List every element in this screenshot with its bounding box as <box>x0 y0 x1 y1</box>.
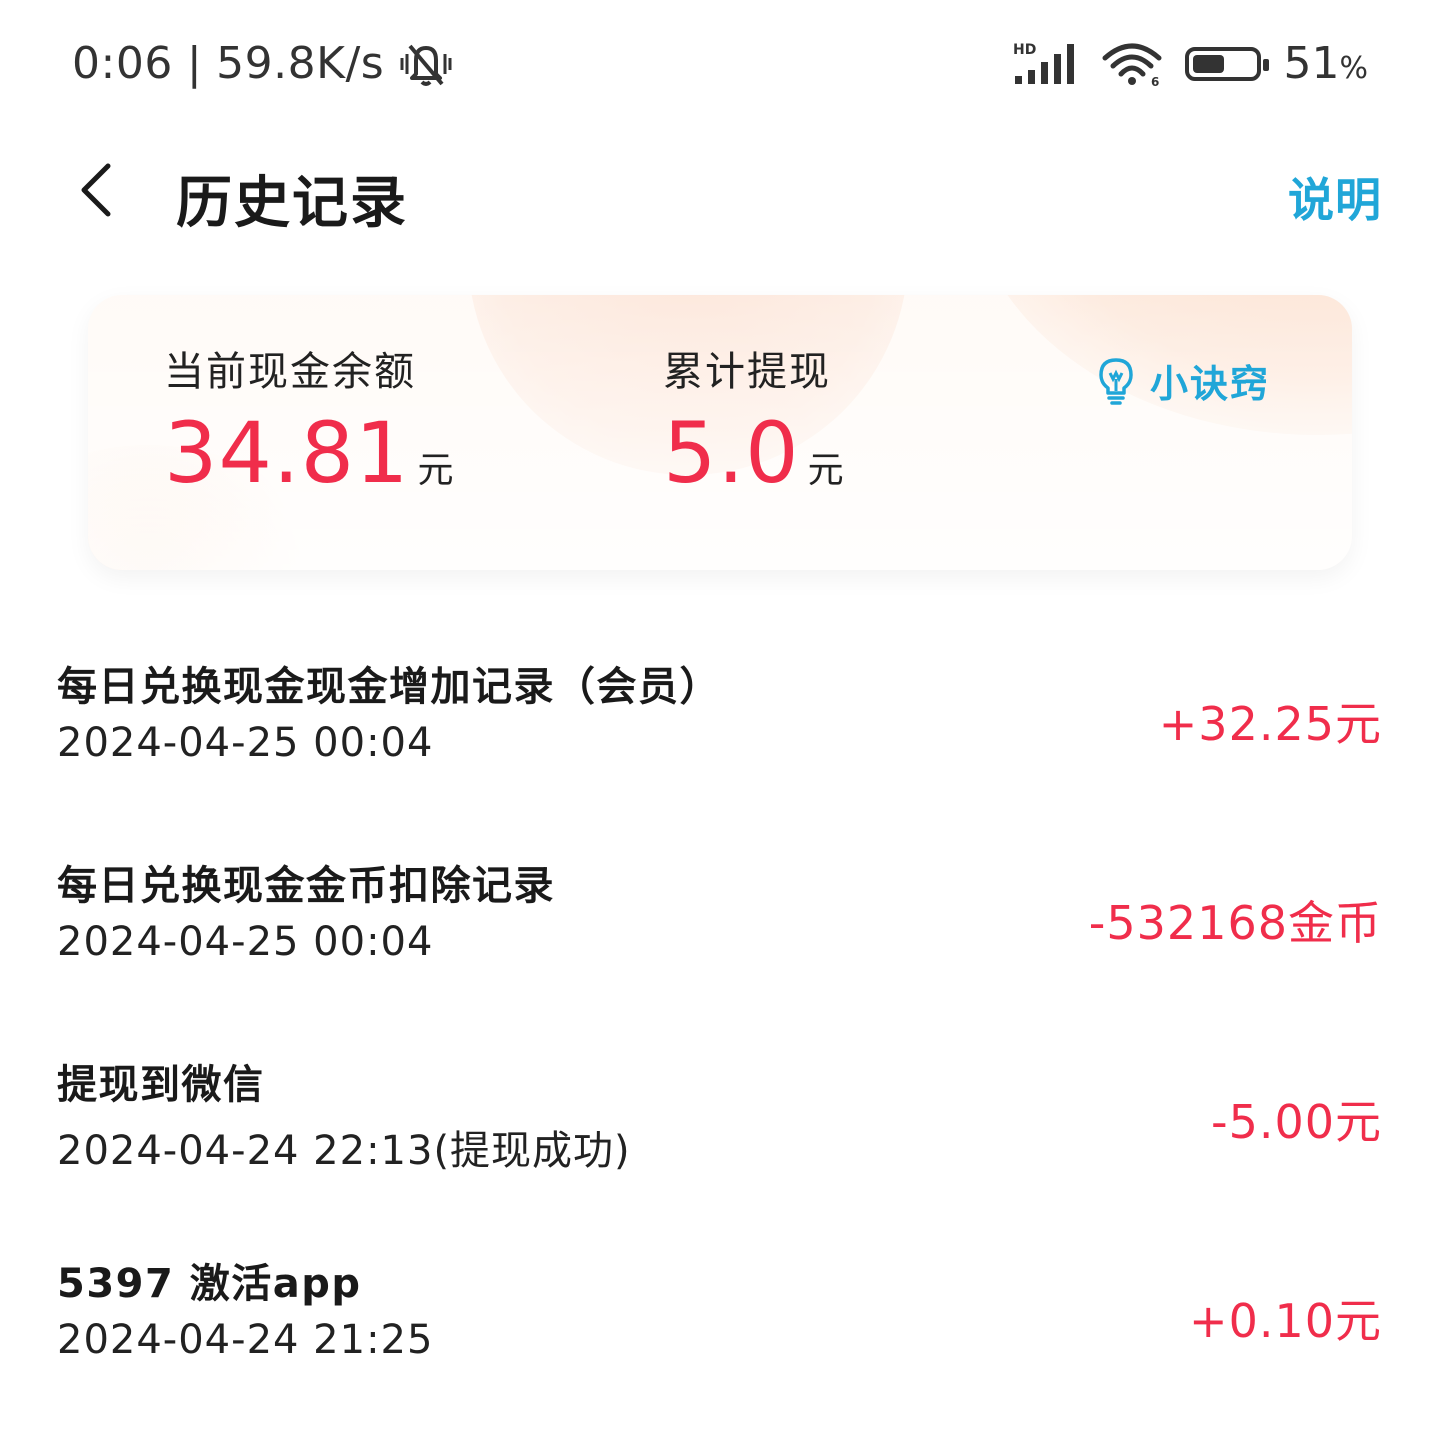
lightbulb-icon <box>1098 357 1134 405</box>
record-title: 每日兑换现金现金增加记录（会员） <box>57 664 721 710</box>
withdraw-unit: 元 <box>807 450 844 491</box>
help-link[interactable]: 说明 <box>1288 164 1382 230</box>
status-bar: 0:06 | 59.8K/s HD 6 51% <box>0 0 1440 132</box>
tips-button[interactable]: 小诀窍 <box>1098 353 1270 408</box>
record-amount: +32.25元 <box>1158 697 1382 751</box>
record-title: 提现到微信 <box>57 1062 265 1108</box>
status-net-speed: 59.8K/s <box>216 38 385 89</box>
record-title: 每日兑换现金金币扣除记录 <box>57 863 555 909</box>
battery-text: 51 <box>1283 38 1340 89</box>
record-amount: -532168金币 <box>1088 896 1382 950</box>
page-title: 历史记录 <box>176 171 408 236</box>
balance-stat: 当前现金余额 34.81 元 <box>164 339 454 495</box>
balance-value-row: 34.81 元 <box>164 411 454 495</box>
status-right: HD 6 51% <box>1013 38 1368 89</box>
summary-card: 当前现金余额 34.81 元 累计提现 5.0 元 小诀窍 <box>88 295 1352 570</box>
battery-icon <box>1185 46 1270 81</box>
mute-bell-icon <box>398 40 454 88</box>
list-item[interactable]: 每日兑换现金现金增加记录（会员） 2024-04-25 00:04 +32.25… <box>0 640 1440 839</box>
signal-icon: HD <box>1013 40 1079 88</box>
balance-label: 当前现金余额 <box>164 349 416 395</box>
back-button[interactable] <box>66 158 130 222</box>
record-time: 2024-04-25 00:04 <box>57 720 434 766</box>
withdraw-stat: 累计提现 5.0 元 <box>663 339 844 495</box>
battery-unit: % <box>1339 51 1368 86</box>
list-item[interactable]: 5397 激活app 2024-04-24 21:25 +0.10元 <box>0 1237 1440 1436</box>
withdraw-value-row: 5.0 元 <box>663 411 844 495</box>
list-item[interactable]: 提现到微信 2024-04-24 22:13(提现成功) -5.00元 <box>0 1038 1440 1237</box>
battery-fill <box>1193 54 1225 73</box>
record-amount: -5.00元 <box>1210 1095 1382 1149</box>
balance-value: 34.81 <box>164 404 410 502</box>
header: 历史记录 说明 <box>0 140 1440 250</box>
record-time: 2024-04-24 22:13(提现成功) <box>57 1128 631 1174</box>
record-amount: +0.10元 <box>1189 1294 1382 1348</box>
status-left: 0:06 | 59.8K/s <box>72 38 454 89</box>
status-time: 0:06 <box>72 38 173 89</box>
record-time: 2024-04-24 21:25 <box>57 1317 434 1363</box>
svg-text:6: 6 <box>1151 75 1159 88</box>
records-list: 每日兑换现金现金增加记录（会员） 2024-04-25 00:04 +32.25… <box>0 640 1440 1436</box>
chevron-left-icon <box>81 163 111 217</box>
tips-label: 小诀窍 <box>1150 362 1271 406</box>
balance-unit: 元 <box>417 450 454 491</box>
record-time: 2024-04-25 00:04 <box>57 919 434 965</box>
list-item[interactable]: 每日兑换现金金币扣除记录 2024-04-25 00:04 -532168金币 <box>0 839 1440 1038</box>
withdraw-label: 累计提现 <box>663 349 831 395</box>
network-type-label: HD <box>1013 42 1036 58</box>
battery-percentage: 51% <box>1283 38 1368 89</box>
wifi-icon: 6 <box>1101 40 1163 88</box>
record-title: 5397 激活app <box>57 1261 362 1307</box>
status-separator: | <box>186 38 203 89</box>
withdraw-value: 5.0 <box>663 404 800 502</box>
